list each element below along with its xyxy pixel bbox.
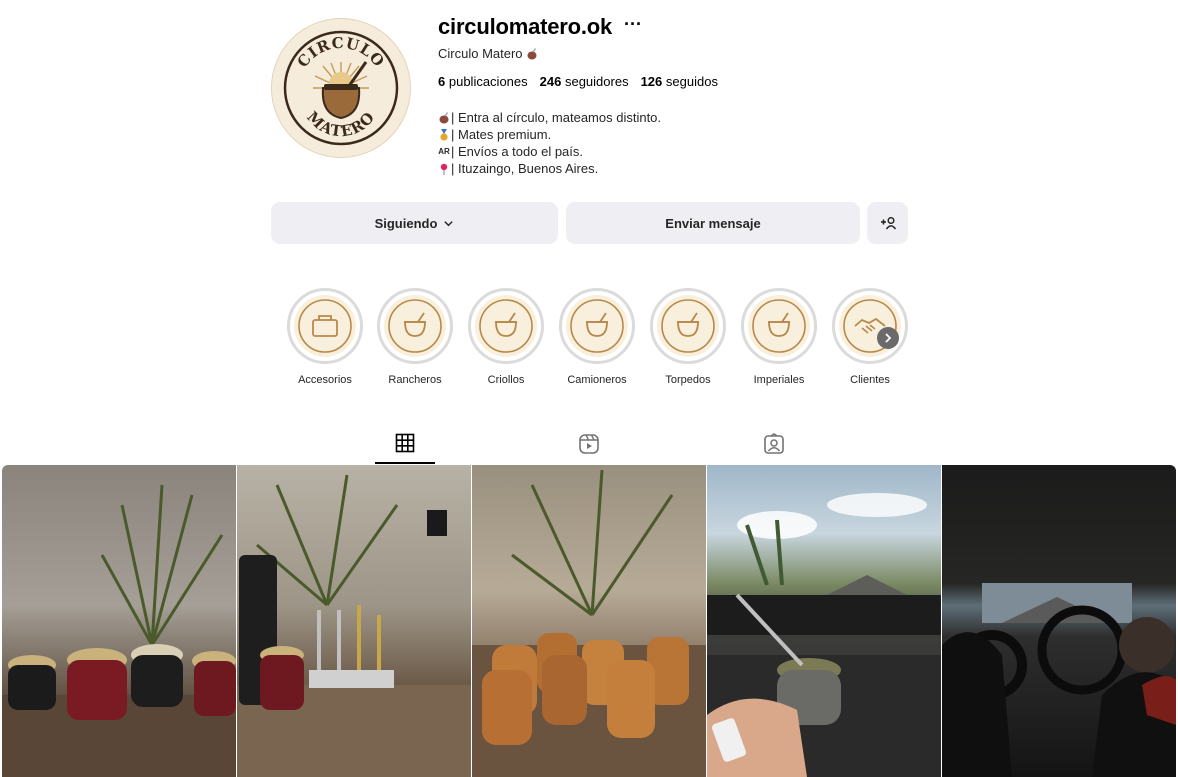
following-button[interactable]: Siguiendo (271, 202, 558, 244)
bio-text: | Ituzaingo, Buenos Aires. (451, 161, 599, 176)
mate-emoji-icon (439, 111, 449, 123)
tab-reels[interactable] (559, 428, 619, 464)
chevron-down-icon (444, 220, 454, 226)
tab-tagged[interactable] (744, 428, 804, 464)
highlight-criollos[interactable]: Criollos (466, 288, 546, 386)
post-grid (2, 465, 1176, 777)
bio-line: AR | Envíos a todo el país. (438, 143, 661, 160)
highlight-label: Accesorios (298, 374, 352, 386)
highlight-cover (384, 295, 446, 357)
highlight-torpedos[interactable]: Torpedos (648, 288, 728, 386)
highlight-label: Criollos (487, 374, 525, 386)
bio-line: | Ituzaingo, Buenos Aires. (438, 160, 661, 177)
chevron-right-icon (885, 333, 892, 343)
highlight-cover (294, 295, 356, 357)
profile-bio: | Entra al círculo, mateamos distinto. |… (438, 109, 661, 177)
bag-icon (298, 299, 352, 353)
highlight-imperiales[interactable]: Imperiales (739, 288, 819, 386)
highlight-label: Clientes (850, 374, 890, 386)
bio-line: | Entra al círculo, mateamos distinto. (438, 109, 661, 126)
highlight-ring (468, 288, 544, 364)
post-thumbnail[interactable] (942, 465, 1176, 777)
followers-count: 246 (539, 74, 562, 89)
followers-label: seguidores (564, 74, 629, 89)
highlight-cover (748, 295, 810, 357)
highlight-camioneros[interactable]: Camioneros (557, 288, 637, 386)
posts-grid-icon (395, 433, 415, 453)
profile-full-name: Circulo Matero (438, 46, 538, 61)
bio-text: | Mates premium. (451, 127, 552, 142)
highlight-ring (650, 288, 726, 364)
send-message-button[interactable]: Enviar mensaje (566, 202, 860, 244)
profile-username: circulomatero.ok (438, 14, 613, 39)
highlight-ring (559, 288, 635, 364)
highlights-next-button[interactable] (877, 327, 899, 349)
post-thumbnail[interactable] (707, 465, 941, 777)
tagged-icon (764, 433, 784, 454)
pin-emoji-icon (440, 163, 448, 175)
mate-icon (479, 299, 533, 353)
mate-icon (661, 299, 715, 353)
highlight-label: Torpedos (665, 374, 711, 386)
following-stat[interactable]: 126 seguidos (641, 74, 718, 89)
more-options-icon[interactable]: ··· (624, 14, 642, 35)
posts-label: publicaciones (448, 74, 528, 89)
highlight-ring (377, 288, 453, 364)
post-thumbnail[interactable] (2, 465, 236, 777)
mate-emoji-icon (527, 47, 537, 59)
suggest-people-button[interactable] (867, 202, 908, 244)
argentina-flag-icon: AR (438, 147, 450, 156)
highlight-cover (657, 295, 719, 357)
highlight-label: Imperiales (753, 374, 805, 386)
following-count: 126 (640, 74, 663, 89)
post-thumbnail[interactable] (237, 465, 471, 777)
highlight-label: Camioneros (567, 374, 627, 386)
profile-avatar[interactable]: CIRCULO MATERO (271, 18, 411, 158)
post-image (472, 469, 706, 777)
highlight-cover (566, 295, 628, 357)
highlight-ring (832, 288, 908, 364)
post-image (942, 583, 1176, 777)
highlight-cover (475, 295, 537, 357)
followers-stat[interactable]: 246 seguidores (540, 74, 629, 89)
highlight-accesorios[interactable]: Accesorios (285, 288, 365, 386)
highlight-rancheros[interactable]: Rancheros (375, 288, 455, 386)
send-message-label: Enviar mensaje (665, 215, 761, 231)
bio-text: | Entra al círculo, mateamos distinto. (451, 110, 662, 125)
bio-text: | Envíos a todo el país. (451, 144, 584, 159)
highlight-ring (287, 288, 363, 364)
post-image (707, 493, 941, 777)
highlight-ring (741, 288, 817, 364)
bio-line: | Mates premium. (438, 126, 661, 143)
mate-icon (388, 299, 442, 353)
reels-icon (579, 434, 599, 454)
posts-stat[interactable]: 6 publicaciones (438, 74, 528, 89)
following-label: seguidos (665, 74, 718, 89)
post-image (237, 474, 471, 777)
circulo-matero-logo: CIRCULO MATERO (283, 30, 399, 146)
posts-count: 6 (438, 74, 446, 89)
profile-stats: 6 publicaciones 246 seguidores 126 segui… (438, 74, 718, 89)
mate-icon (570, 299, 624, 353)
full-name-text: Circulo Matero (438, 46, 523, 61)
add-person-icon (880, 216, 896, 230)
post-image (2, 484, 236, 777)
tab-posts[interactable] (375, 428, 435, 464)
post-thumbnail[interactable] (472, 465, 706, 777)
highlight-label: Rancheros (388, 374, 442, 386)
following-label: Siguiendo (374, 215, 438, 231)
mate-icon (752, 299, 806, 353)
medal-emoji-icon (440, 128, 448, 141)
